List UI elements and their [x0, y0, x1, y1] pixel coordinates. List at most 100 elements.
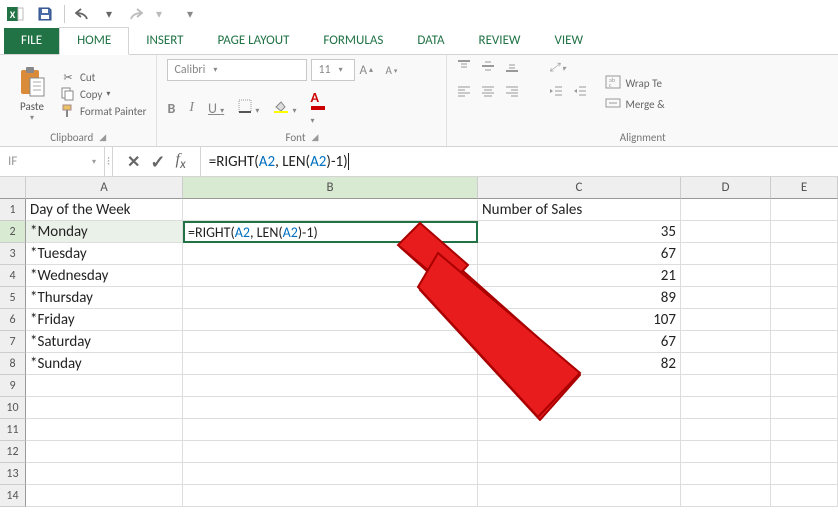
cell[interactable]: *Sunday [26, 353, 183, 375]
bold-button[interactable]: B [167, 100, 175, 117]
cell[interactable]: Number of Sales [478, 199, 681, 221]
copy-dropdown-icon[interactable]: ▾ [106, 89, 110, 99]
cell[interactable] [183, 353, 478, 375]
cell[interactable] [183, 243, 478, 265]
row-header[interactable]: 10 [0, 397, 26, 419]
underline-button[interactable]: U ▾ [208, 100, 224, 117]
cell[interactable] [681, 485, 771, 507]
cell[interactable] [478, 485, 681, 507]
clipboard-launcher-icon[interactable]: ◢ [99, 132, 106, 143]
row-header[interactable]: 3 [0, 243, 26, 265]
fill-color-button[interactable]: ▾ [273, 99, 296, 117]
cell[interactable] [771, 441, 838, 463]
font-launcher-icon[interactable]: ◢ [312, 132, 319, 143]
cell[interactable] [681, 397, 771, 419]
cell[interactable] [681, 221, 771, 243]
tab-home[interactable]: HOME [59, 27, 129, 55]
cell[interactable] [26, 485, 183, 507]
cell[interactable]: 82 [478, 353, 681, 375]
cell[interactable] [183, 199, 478, 221]
align-top-icon[interactable] [457, 59, 471, 77]
cell[interactable] [183, 441, 478, 463]
cell[interactable]: 67 [478, 243, 681, 265]
cell[interactable] [26, 419, 183, 441]
cell[interactable] [681, 243, 771, 265]
row-header[interactable]: 4 [0, 265, 26, 287]
row-header[interactable]: 13 [0, 463, 26, 485]
cell[interactable] [183, 331, 478, 353]
cell[interactable]: *Monday [26, 221, 183, 243]
cell[interactable]: *Wednesday [26, 265, 183, 287]
col-header-e[interactable]: E [771, 177, 838, 199]
align-bottom-icon[interactable] [505, 59, 519, 77]
format-painter-button[interactable]: Format Painter [60, 104, 146, 118]
cell[interactable] [771, 309, 838, 331]
cell[interactable]: Day of the Week [26, 199, 183, 221]
col-header-c[interactable]: C [478, 177, 681, 199]
tab-review[interactable]: REVIEW [462, 28, 538, 54]
name-box[interactable]: IF ▾ [0, 147, 105, 176]
cell[interactable] [478, 463, 681, 485]
cell[interactable] [681, 199, 771, 221]
cell[interactable] [681, 353, 771, 375]
border-button[interactable]: ▾ [238, 99, 259, 117]
cell[interactable] [771, 353, 838, 375]
cell[interactable] [26, 441, 183, 463]
copy-button[interactable]: Copy ▾ [60, 87, 146, 101]
insert-function-icon[interactable]: fx [176, 151, 186, 172]
cell[interactable] [183, 265, 478, 287]
cell[interactable] [26, 375, 183, 397]
cell[interactable]: 89 [478, 287, 681, 309]
row-header[interactable]: 11 [0, 419, 26, 441]
col-header-d[interactable]: D [681, 177, 771, 199]
increase-indent-icon[interactable] [573, 85, 587, 101]
row-header[interactable]: 9 [0, 375, 26, 397]
align-middle-icon[interactable] [481, 59, 495, 77]
cell[interactable] [26, 463, 183, 485]
italic-button[interactable]: I [189, 100, 194, 116]
tab-view[interactable]: VIEW [538, 28, 601, 54]
cell[interactable] [771, 331, 838, 353]
cell[interactable]: 21 [478, 265, 681, 287]
cell[interactable]: 67 [478, 331, 681, 353]
redo-icon[interactable] [123, 3, 145, 25]
cell[interactable] [771, 265, 838, 287]
name-box-resize[interactable]: ⁝ [105, 147, 113, 176]
cell[interactable]: *Saturday [26, 331, 183, 353]
row-header[interactable]: 7 [0, 331, 26, 353]
cell[interactable] [26, 397, 183, 419]
cell[interactable] [771, 419, 838, 441]
cell[interactable] [681, 441, 771, 463]
tab-data[interactable]: DATA [400, 28, 461, 54]
font-color-button[interactable]: A ▾ [311, 89, 325, 127]
cell[interactable] [183, 375, 478, 397]
cell[interactable]: *Friday [26, 309, 183, 331]
cell[interactable] [771, 375, 838, 397]
tab-file[interactable]: FILE [4, 28, 59, 54]
font-name-combo[interactable]: Calibri ▾ [167, 59, 307, 81]
cell[interactable] [183, 309, 478, 331]
orientation-icon[interactable]: ⤢ ▾ [549, 61, 565, 75]
tab-formulas[interactable]: FORMULAS [306, 28, 400, 54]
cell[interactable] [681, 309, 771, 331]
cell[interactable] [771, 485, 838, 507]
row-header[interactable]: 1 [0, 199, 26, 221]
align-right-icon[interactable] [505, 85, 519, 101]
undo-icon[interactable] [73, 3, 95, 25]
cell[interactable] [478, 441, 681, 463]
cell[interactable] [183, 463, 478, 485]
tab-insert[interactable]: INSERT [129, 28, 200, 54]
cell[interactable] [771, 287, 838, 309]
cancel-formula-icon[interactable]: ✕ [127, 152, 140, 172]
cell-editing[interactable]: =RIGHT(A2, LEN(A2)-1) [183, 221, 478, 243]
cell[interactable] [681, 419, 771, 441]
cell[interactable] [771, 221, 838, 243]
cell[interactable] [478, 397, 681, 419]
align-left-icon[interactable] [457, 85, 471, 101]
col-header-b[interactable]: B [183, 177, 478, 199]
cell[interactable] [771, 397, 838, 419]
col-header-a[interactable]: A [26, 177, 183, 199]
row-header[interactable]: 12 [0, 441, 26, 463]
row-header[interactable]: 8 [0, 353, 26, 375]
enter-formula-icon[interactable]: ✓ [150, 151, 165, 173]
